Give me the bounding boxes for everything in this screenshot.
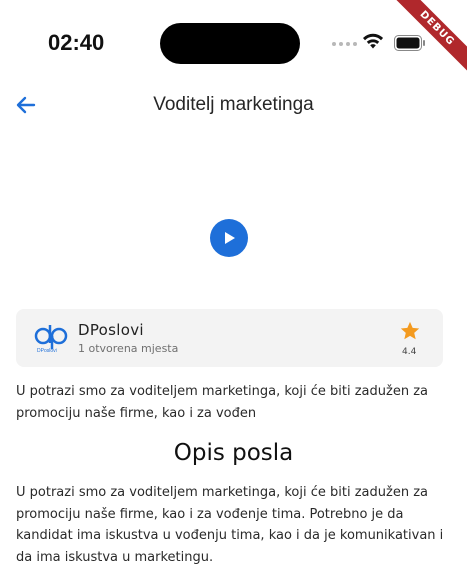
debug-banner: DEBUG xyxy=(377,0,467,90)
play-button[interactable] xyxy=(210,219,248,257)
job-full-description: U potrazi smo za voditeljem marketinga, … xyxy=(16,485,444,565)
app-bar: Voditelj marketinga xyxy=(0,80,467,130)
signal-icon xyxy=(332,42,357,46)
company-card[interactable]: DPoslovi DPoslovi 1 otvorena mjesta 4.4 xyxy=(16,309,443,367)
open-positions: 1 otvorena mjesta xyxy=(78,342,179,355)
star-icon xyxy=(400,321,420,340)
job-short-description: U potrazi smo za voditeljem marketinga, … xyxy=(16,384,428,421)
company-logo-text: DPoslovi xyxy=(37,348,57,354)
play-icon xyxy=(225,232,235,244)
rating-value: 4.4 xyxy=(402,347,417,357)
page-title: Voditelj marketinga xyxy=(153,94,314,115)
debug-banner-label: DEBUG xyxy=(388,0,467,77)
dynamic-island xyxy=(160,23,300,64)
status-time: 02:40 xyxy=(48,30,105,55)
company-name: DPoslovi xyxy=(78,321,144,339)
section-title: Opis posla xyxy=(173,440,294,466)
